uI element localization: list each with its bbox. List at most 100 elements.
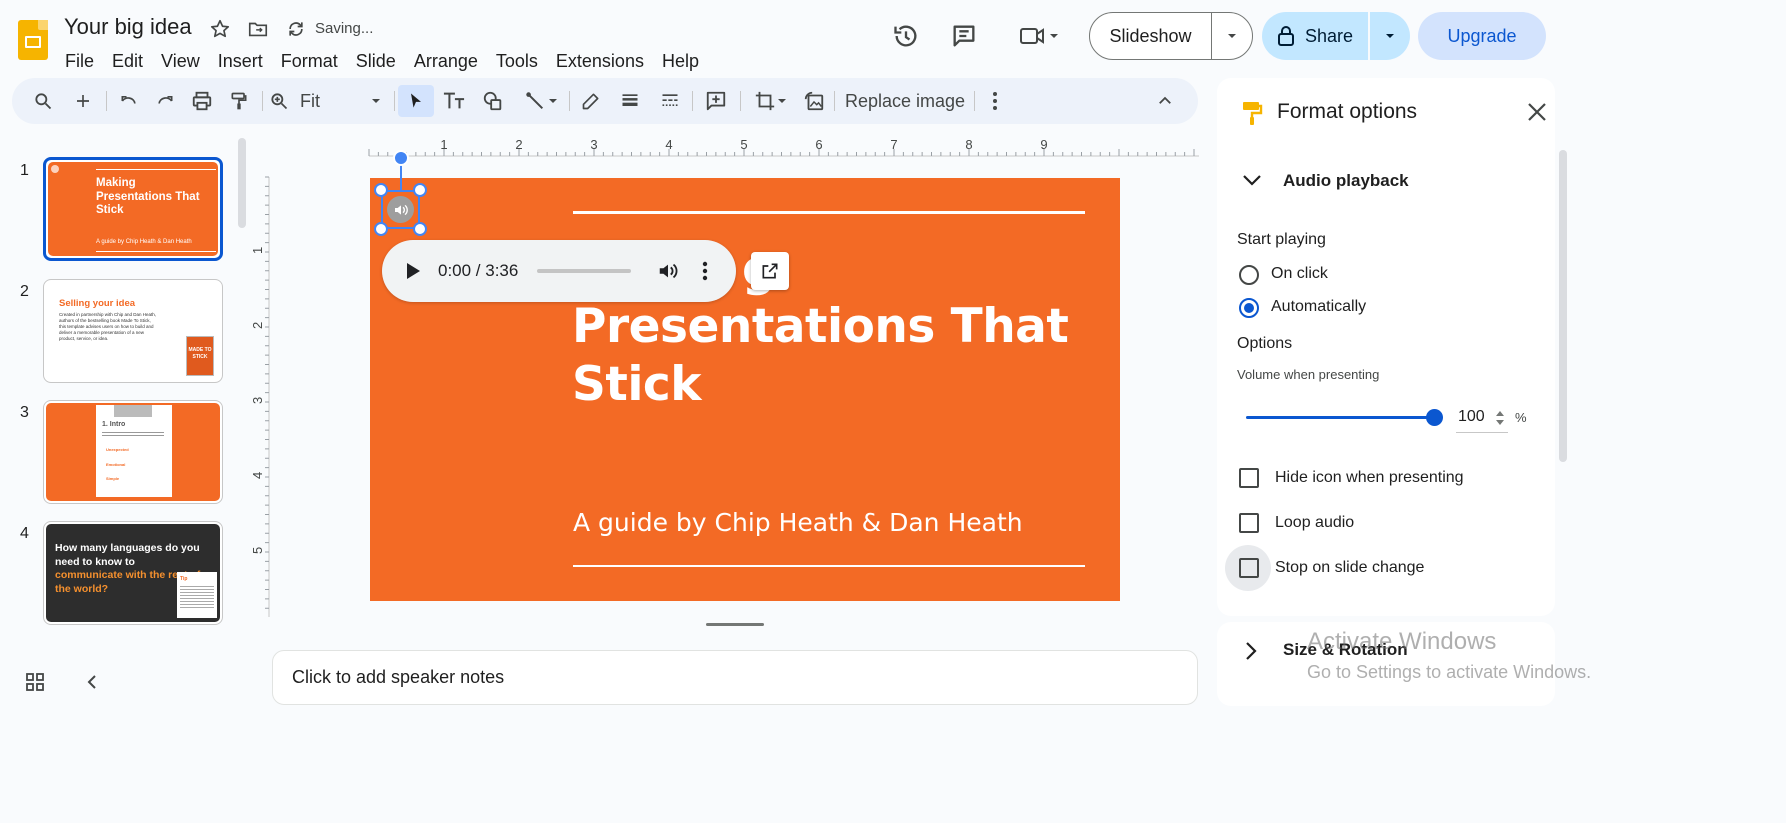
document-title[interactable]: Your big idea (64, 14, 192, 40)
zoom-select[interactable]: Fit (300, 85, 382, 117)
menu-slide[interactable]: Slide (347, 48, 405, 75)
filmstrip-scrollbar[interactable] (238, 138, 246, 228)
slide-subtitle[interactable]: A guide by Chip Heath & Dan Heath (573, 508, 1023, 537)
automatically-label[interactable]: Automatically (1271, 298, 1366, 316)
loop-audio-label[interactable]: Loop audio (1275, 514, 1354, 532)
print-icon[interactable] (189, 85, 215, 117)
menu-view[interactable]: View (152, 48, 209, 75)
ruler-label: 7 (890, 137, 897, 152)
menu-arrange[interactable]: Arrange (405, 48, 487, 75)
radio-automatically[interactable] (1239, 298, 1259, 318)
border-weight-icon[interactable] (616, 85, 644, 117)
radio-on-click[interactable] (1239, 265, 1259, 285)
star-icon[interactable] (208, 17, 232, 41)
rotate-handle[interactable] (393, 150, 409, 166)
slides-logo[interactable] (18, 20, 48, 60)
comments-icon[interactable] (948, 20, 980, 52)
border-color-icon[interactable] (578, 85, 604, 117)
slide-thumbnail-2[interactable]: Selling your idea Created in partnership… (43, 279, 223, 383)
chevron-down-icon (549, 99, 557, 103)
hide-icon-label[interactable]: Hide icon when presenting (1275, 469, 1464, 487)
ruler-label: 6 (815, 137, 822, 152)
slide-title[interactable]: Presentations That Stick (572, 298, 1092, 414)
speaker-notes[interactable]: Click to add speaker notes (272, 650, 1198, 705)
collapse-toolbar-icon[interactable] (1152, 85, 1178, 117)
select-tool-icon[interactable] (398, 85, 434, 117)
upgrade-button[interactable]: Upgrade (1418, 12, 1546, 60)
top-divider-line[interactable] (573, 211, 1085, 214)
chevron-down-icon (1386, 34, 1394, 38)
volume-value-input[interactable]: 100 (1458, 408, 1485, 426)
player-more-icon[interactable] (702, 261, 708, 286)
move-to-folder-icon[interactable] (246, 17, 270, 41)
stop-on-slide-change-label[interactable]: Stop on slide change (1275, 559, 1424, 577)
audio-playback-section[interactable]: Audio playback (1283, 171, 1409, 191)
new-slide-icon[interactable] (70, 85, 96, 117)
chevron-down-icon (372, 99, 380, 103)
on-click-label[interactable]: On click (1271, 265, 1328, 283)
ruler-label: 9 (1040, 137, 1047, 152)
search-menus-icon[interactable] (30, 85, 56, 117)
more-options-icon[interactable] (982, 85, 1008, 117)
resize-handle-se[interactable] (413, 222, 427, 236)
ruler-label: 4 (665, 137, 672, 152)
menu-tools[interactable]: Tools (487, 48, 547, 75)
menu-help[interactable]: Help (653, 48, 708, 75)
slide-thumbnail-4[interactable]: How many languages do you need to know t… (43, 521, 223, 625)
stepper-icon[interactable] (1494, 409, 1506, 432)
zoom-value: Fit (300, 90, 320, 111)
chevron-down-icon[interactable] (1241, 172, 1263, 193)
resize-handle-sw[interactable] (374, 222, 388, 236)
play-icon[interactable] (404, 261, 422, 286)
menu-file[interactable]: File (56, 48, 103, 75)
grid-view-icon[interactable] (23, 670, 47, 694)
line-tool-icon[interactable] (518, 85, 564, 117)
playback-time: 0:00 / 3:36 (438, 261, 519, 280)
collapse-filmstrip-icon[interactable] (80, 670, 104, 694)
share-button[interactable]: Share (1262, 12, 1370, 60)
slide-thumbnail-3[interactable]: 1. Intro Unexpected Emotional Simple (43, 400, 223, 504)
close-icon[interactable] (1526, 101, 1548, 128)
text-box-icon[interactable] (440, 85, 468, 117)
volume-slider-track[interactable] (1246, 416, 1436, 419)
seek-bar[interactable] (537, 269, 631, 273)
audio-object[interactable] (387, 196, 414, 223)
checkbox-stop-on-slide-change[interactable] (1239, 558, 1259, 578)
menu-extensions[interactable]: Extensions (547, 48, 653, 75)
bottom-divider-line[interactable] (573, 565, 1085, 567)
insert-comment-icon[interactable] (702, 85, 730, 117)
ruler-label: 3 (590, 137, 597, 152)
shape-icon[interactable] (479, 85, 507, 117)
paint-format-icon[interactable] (226, 85, 252, 117)
menu-edit[interactable]: Edit (103, 48, 152, 75)
share-dropdown[interactable] (1370, 12, 1410, 60)
checkbox-loop-audio[interactable] (1239, 513, 1259, 533)
checkbox-hide-icon[interactable] (1239, 468, 1259, 488)
resize-handle-ne[interactable] (413, 183, 427, 197)
version-history-icon[interactable] (890, 20, 922, 52)
chevron-right-icon[interactable] (1243, 640, 1259, 667)
notes-resize-handle[interactable] (706, 623, 764, 626)
undo-icon[interactable] (116, 85, 142, 117)
panel-scrollbar[interactable] (1559, 150, 1567, 462)
menu-insert[interactable]: Insert (209, 48, 272, 75)
slideshow-button[interactable]: Slideshow (1090, 13, 1212, 59)
meet-icon[interactable] (1012, 20, 1066, 52)
redo-icon[interactable] (152, 85, 178, 117)
open-link-icon[interactable] (751, 252, 789, 290)
reset-image-icon[interactable] (800, 85, 828, 117)
slideshow-dropdown[interactable] (1212, 13, 1252, 59)
options-label: Options (1237, 335, 1293, 352)
replace-image-button[interactable]: Replace image (844, 85, 966, 117)
resize-handle-nw[interactable] (374, 183, 388, 197)
menu-format[interactable]: Format (272, 48, 347, 75)
thumb-subtitle: A guide by Chip Heath & Dan Heath (96, 239, 192, 245)
volume-slider-thumb[interactable] (1426, 409, 1443, 426)
slide-thumbnail-1[interactable]: Making Presentations That Stick A guide … (43, 157, 223, 261)
volume-icon[interactable] (656, 260, 680, 287)
border-dash-icon[interactable] (656, 85, 684, 117)
activate-windows-subtext: Go to Settings to activate Windows. (1307, 662, 1592, 682)
panel-title: Format options (1277, 100, 1418, 123)
crop-image-icon[interactable] (748, 85, 794, 117)
zoom-icon[interactable] (266, 85, 292, 117)
